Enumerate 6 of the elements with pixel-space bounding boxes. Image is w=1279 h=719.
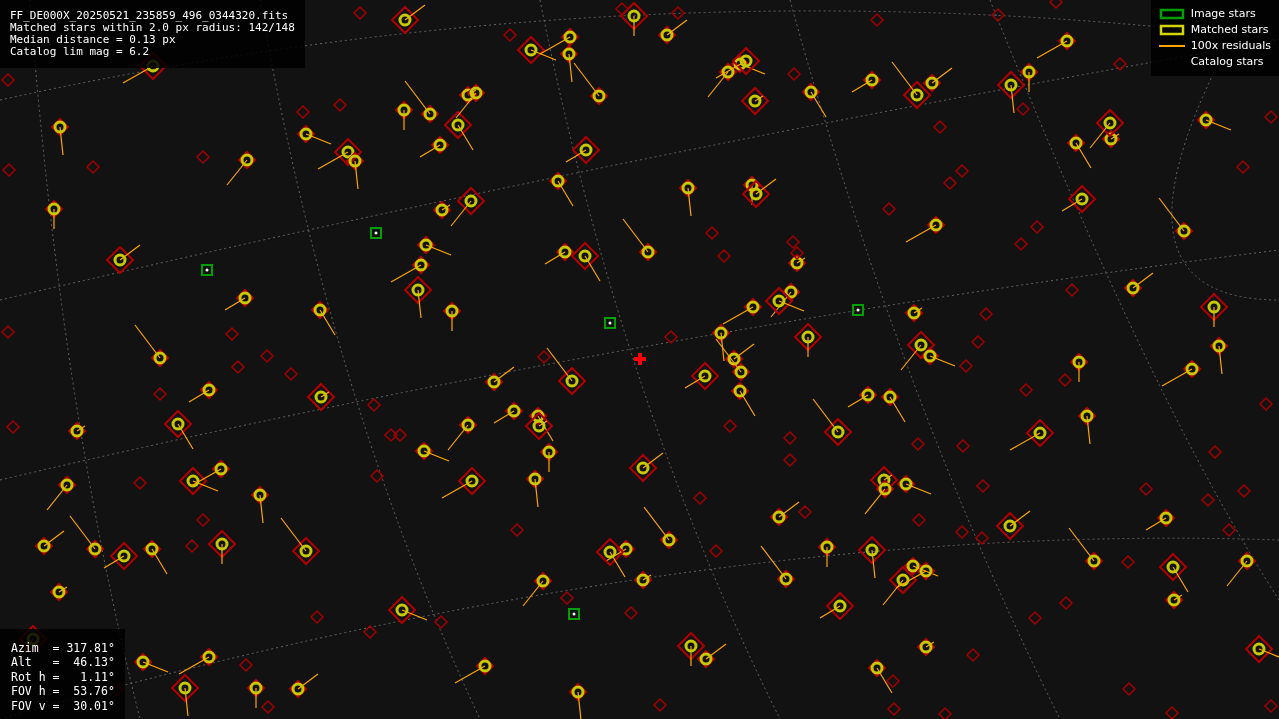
legend-label: Matched stars	[1190, 22, 1269, 38]
legend-label: Image stars	[1190, 6, 1256, 22]
legend-label: Catalog stars	[1190, 54, 1264, 70]
pointing-text: Azim = 317.81° Alt = 46.13° Rot h = 1.11° FOV h = 53.76° FOV v = 30.01°	[0, 628, 125, 719]
info-text: FF_DE000X_20250521_235859_496_0344320.fits Matched stars within 2.0 px radius: 142/148 Median distance = 0.13 px Catalog lim mag = 6.2	[0, 0, 305, 68]
legend-label: 100x residuals	[1190, 38, 1271, 54]
